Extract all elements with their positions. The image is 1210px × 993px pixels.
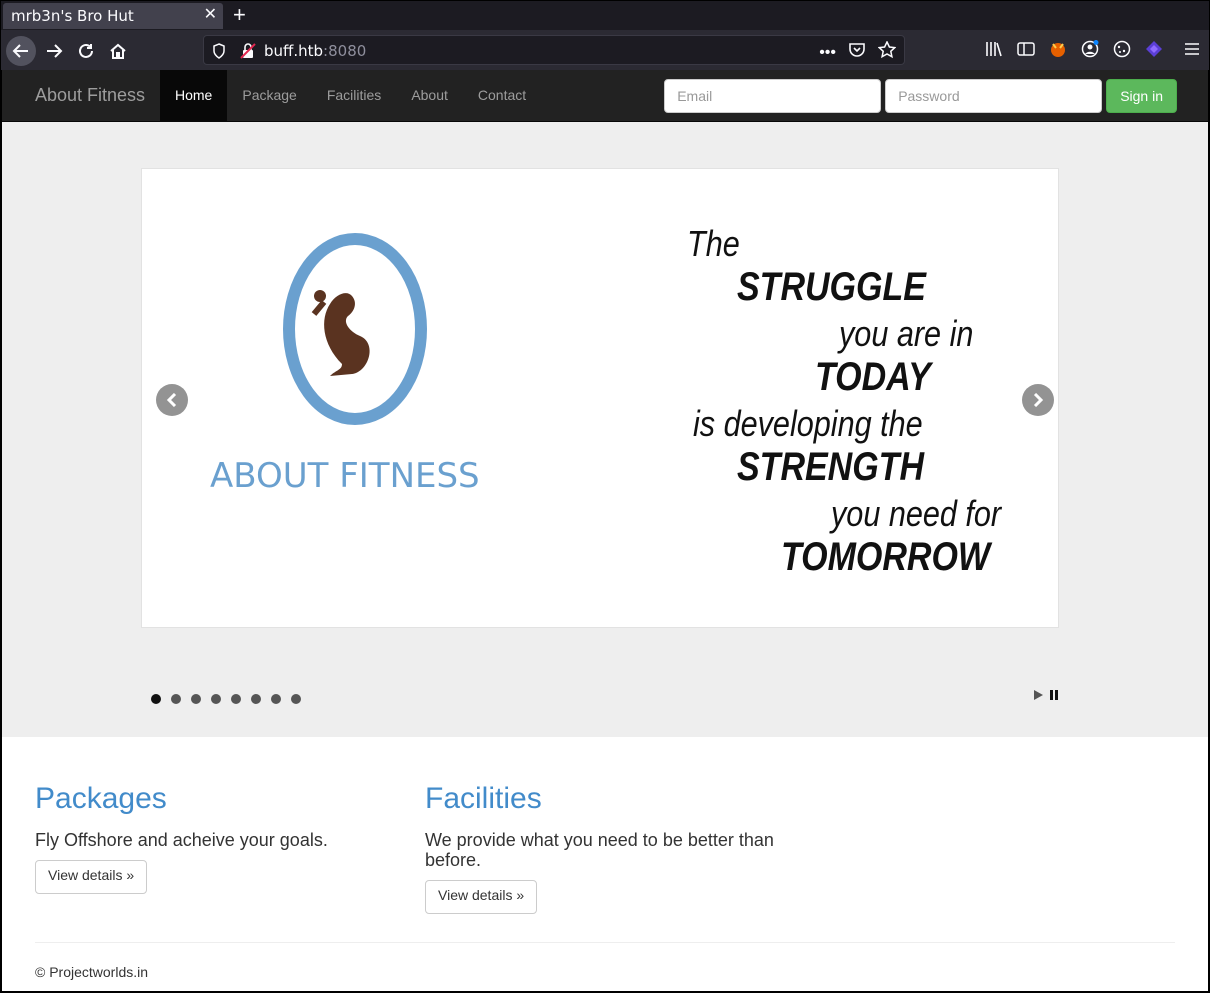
nav-home[interactable]: Home [160, 70, 228, 121]
browser-toolbar: buff.htb:8080 ••• [0, 30, 1210, 70]
foxyproxy-icon[interactable] [1049, 40, 1067, 58]
menu-icon[interactable] [1183, 40, 1201, 58]
quote-line: STRUGGLE [737, 265, 926, 309]
site-brand[interactable]: About Fitness [35, 85, 145, 106]
account-icon[interactable] [1081, 40, 1099, 58]
carousel-dot[interactable] [211, 694, 221, 704]
wappalyzer-icon[interactable] [1145, 40, 1163, 58]
carousel-dot[interactable] [151, 694, 161, 704]
carousel-dot[interactable] [231, 694, 241, 704]
play-icon[interactable] [1032, 688, 1044, 706]
footer-divider [35, 942, 1175, 943]
web-page: About Fitness Home Package Facilities Ab… [0, 70, 1210, 993]
more-actions-icon[interactable]: ••• [819, 44, 836, 62]
hero-carousel-area: ABOUT FITNESS The STRUGGLE you are in TO… [2, 122, 1208, 737]
packages-heading: Packages [35, 782, 167, 815]
quote-line: TODAY [815, 355, 931, 399]
login-form: Sign in [664, 79, 1177, 113]
back-icon[interactable] [6, 36, 36, 66]
cookie-icon[interactable] [1113, 40, 1131, 58]
browser-tab-bar: mrb3n's Bro Hut ✕ + [0, 0, 1210, 30]
carousel-dot[interactable] [171, 694, 181, 704]
shield-icon[interactable] [212, 43, 226, 64]
carousel-dot[interactable] [251, 694, 261, 704]
nav-facilities[interactable]: Facilities [312, 70, 396, 121]
quote-line: STRENGTH [737, 445, 924, 489]
email-field[interactable] [664, 79, 882, 113]
browser-tab[interactable]: mrb3n's Bro Hut ✕ [3, 3, 223, 29]
quote-line: TOMORROW [781, 535, 991, 579]
url-text: buff.htb:8080 [264, 42, 367, 60]
sidebar-icon[interactable] [1017, 40, 1035, 58]
carousel-dot[interactable] [291, 694, 301, 704]
pause-icon[interactable] [1048, 688, 1060, 706]
quote-line: you are in [839, 313, 974, 354]
quote-line: The [687, 223, 740, 264]
reload-icon[interactable] [71, 36, 101, 66]
carousel-indicators [151, 694, 301, 704]
packages-text: Fly Offshore and acheive your goals. [35, 830, 328, 850]
bookmark-star-icon[interactable] [877, 40, 897, 64]
nav-links: Home Package Facilities About Contact [160, 70, 541, 121]
facilities-view-details-button[interactable]: View details » [425, 880, 538, 914]
quote-line: is developing the [693, 403, 923, 444]
new-tab-icon[interactable]: + [233, 3, 246, 27]
sign-in-button[interactable]: Sign in [1106, 79, 1177, 113]
password-field[interactable] [885, 79, 1103, 113]
insecure-lock-icon[interactable] [240, 42, 256, 65]
forward-icon[interactable] [39, 36, 69, 66]
carousel-dot[interactable] [191, 694, 201, 704]
nav-about[interactable]: About [396, 70, 463, 121]
carousel-dot[interactable] [271, 694, 281, 704]
library-icon[interactable] [985, 40, 1003, 58]
facilities-text: We provide what you need to be better th… [425, 830, 774, 870]
url-bar[interactable]: buff.htb:8080 ••• [203, 35, 905, 65]
logo-text: ABOUT FITNESS [210, 456, 480, 496]
pocket-icon[interactable] [848, 42, 866, 63]
about-fitness-logo: ABOUT FITNESS [202, 224, 502, 504]
packages-column: Packages Fly Offshore and acheive your g… [35, 782, 395, 894]
site-navbar: About Fitness Home Package Facilities Ab… [2, 70, 1208, 122]
tab-title: mrb3n's Bro Hut [11, 7, 134, 25]
home-icon[interactable] [103, 36, 133, 66]
carousel-controls [1032, 688, 1060, 706]
nav-package[interactable]: Package [227, 70, 311, 121]
carousel-next-button[interactable] [1022, 384, 1054, 416]
carousel-prev-button[interactable] [156, 384, 188, 416]
carousel-slide: ABOUT FITNESS The STRUGGLE you are in TO… [141, 168, 1059, 628]
footer-copyright: © Projectworlds.in [35, 964, 149, 980]
quote-line: you need for [831, 493, 1002, 534]
facilities-heading: Facilities [425, 782, 542, 815]
packages-view-details-button[interactable]: View details » [35, 860, 148, 894]
close-icon[interactable]: ✕ [204, 6, 217, 24]
facilities-column: Facilities We provide what you need to b… [425, 782, 785, 914]
nav-contact[interactable]: Contact [463, 70, 541, 121]
